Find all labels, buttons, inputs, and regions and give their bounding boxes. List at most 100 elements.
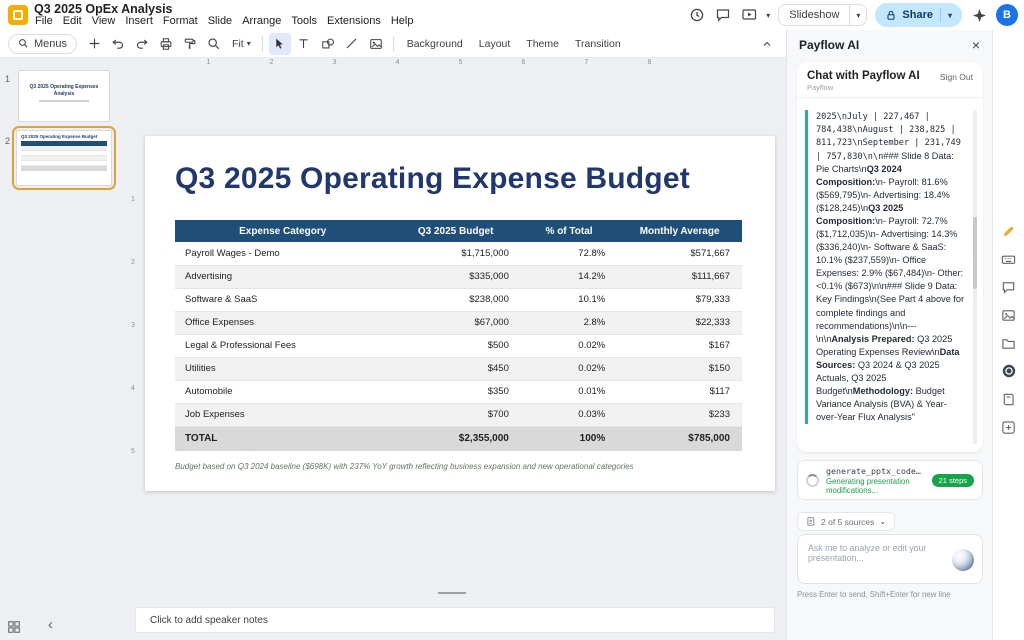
header-cell[interactable]: % of Total xyxy=(521,220,617,242)
text-box-tool-button[interactable] xyxy=(293,33,315,55)
cell-category[interactable]: Advertising xyxy=(175,265,390,288)
cell-budget[interactable]: $67,000 xyxy=(390,311,520,334)
slides-app-icon[interactable] xyxy=(8,5,28,25)
avatar[interactable]: B xyxy=(996,4,1018,26)
menu-tools[interactable]: Tools xyxy=(286,15,322,27)
slide-1-thumbnail[interactable]: Q3 2025 Operating Expenses Analysis xyxy=(18,70,110,122)
menu-extensions[interactable]: Extensions xyxy=(322,15,386,27)
cell-monthly[interactable]: $233 xyxy=(617,403,742,426)
edit-pencil-icon[interactable] xyxy=(1000,222,1018,240)
zoom-select[interactable]: Fit ▾ xyxy=(227,38,256,50)
header-cell[interactable]: Expense Category xyxy=(175,220,390,242)
cell-percent[interactable]: 72.8% xyxy=(521,242,617,265)
slideshow-button[interactable]: Slideshow xyxy=(779,5,849,25)
cell-budget[interactable]: $450 xyxy=(390,357,520,380)
gemini-sparkle-icon[interactable] xyxy=(970,6,988,24)
layout-grid-icon[interactable] xyxy=(7,620,23,636)
zoom-button[interactable] xyxy=(203,33,225,55)
version-history-icon[interactable] xyxy=(688,6,706,24)
menu-format[interactable]: Format xyxy=(158,15,203,27)
speaker-notes-box[interactable]: Click to add speaker notes xyxy=(135,607,775,633)
chat-messages-area[interactable]: 2025\nJuly | 227,467 | 784,438\nAugust |… xyxy=(805,110,977,444)
cell-budget[interactable]: $700 xyxy=(390,403,520,426)
cell-budget[interactable]: $500 xyxy=(390,334,520,357)
menu-view[interactable]: View xyxy=(87,15,121,27)
record-target-icon[interactable] xyxy=(1000,362,1018,380)
total-monthly[interactable]: $785,000 xyxy=(617,426,742,451)
chat-input[interactable] xyxy=(806,541,944,579)
cell-category[interactable]: Job Expenses xyxy=(175,403,390,426)
total-label[interactable]: TOTAL xyxy=(175,426,390,451)
cell-category[interactable]: Office Expenses xyxy=(175,311,390,334)
menu-insert[interactable]: Insert xyxy=(120,15,158,27)
total-budget[interactable]: $2,355,000 xyxy=(390,426,520,451)
menus-pill-button[interactable]: Menus xyxy=(8,34,77,54)
budget-table[interactable]: Expense Category Q3 2025 Budget % of Tot… xyxy=(175,220,742,451)
add-widget-icon[interactable] xyxy=(1000,418,1018,436)
cell-percent[interactable]: 14.2% xyxy=(521,265,617,288)
cell-category[interactable]: Utilities xyxy=(175,357,390,380)
slide-2-thumbnail-selected[interactable]: Q3 2025 Operating Expense Budget xyxy=(12,126,116,190)
cell-percent[interactable]: 0.02% xyxy=(521,334,617,357)
sources-toggle[interactable]: 2 of 5 sources ⌄ xyxy=(797,512,895,531)
redo-button[interactable] xyxy=(131,33,153,55)
cell-monthly[interactable]: $79,333 xyxy=(617,288,742,311)
header-cell[interactable]: Monthly Average xyxy=(617,220,742,242)
slide-editor[interactable]: Q3 2025 Operating Expense Budget Expense… xyxy=(145,136,775,491)
cell-budget[interactable]: $1,715,000 xyxy=(390,242,520,265)
share-dropdown-icon[interactable]: ▾ xyxy=(948,11,952,20)
background-button[interactable]: Background xyxy=(400,33,470,55)
present-dropdown-icon[interactable]: ▾ xyxy=(766,11,770,20)
paint-format-button[interactable] xyxy=(179,33,201,55)
line-tool-button[interactable] xyxy=(341,33,363,55)
close-panel-button[interactable]: × xyxy=(972,38,980,52)
menu-help[interactable]: Help xyxy=(386,15,419,27)
chat-bubble-icon[interactable] xyxy=(1000,278,1018,296)
header-cell[interactable]: Q3 2025 Budget xyxy=(390,220,520,242)
menu-file[interactable]: File xyxy=(30,15,58,27)
cell-category[interactable]: Automobile xyxy=(175,380,390,403)
select-tool-button[interactable] xyxy=(269,33,291,55)
comments-icon[interactable] xyxy=(714,6,732,24)
cell-monthly[interactable]: $111,667 xyxy=(617,265,742,288)
cell-percent[interactable]: 0.02% xyxy=(521,357,617,380)
chat-scrollbar[interactable] xyxy=(973,110,977,444)
tool-call-card[interactable]: generate_pptx_code_... Generating presen… xyxy=(797,460,983,500)
cell-monthly[interactable]: $150 xyxy=(617,357,742,380)
cell-category[interactable]: Legal & Professional Fees xyxy=(175,334,390,357)
share-button[interactable]: Share ▾ xyxy=(875,3,962,27)
cell-category[interactable]: Payroll Wages - Demo xyxy=(175,242,390,265)
cell-budget[interactable]: $335,000 xyxy=(390,265,520,288)
collapse-filmstrip-button[interactable]: ‹ xyxy=(42,615,59,634)
cell-monthly[interactable]: $22,333 xyxy=(617,311,742,334)
cell-percent[interactable]: 0.01% xyxy=(521,380,617,403)
cell-percent[interactable]: 0.03% xyxy=(521,403,617,426)
cell-percent[interactable]: 2.8% xyxy=(521,311,617,334)
cell-monthly[interactable]: $167 xyxy=(617,334,742,357)
theme-button[interactable]: Theme xyxy=(519,33,566,55)
notebook-icon[interactable] xyxy=(1000,390,1018,408)
shapes-tool-button[interactable] xyxy=(317,33,339,55)
sign-out-link[interactable]: Sign Out xyxy=(940,72,973,82)
document-title[interactable]: Q3 2025 OpEx Analysis xyxy=(34,2,173,16)
cell-budget[interactable]: $350 xyxy=(390,380,520,403)
present-icon[interactable] xyxy=(740,6,758,24)
print-button[interactable] xyxy=(155,33,177,55)
menu-slide[interactable]: Slide xyxy=(203,15,237,27)
scrollbar-thumb[interactable] xyxy=(973,217,977,289)
cell-budget[interactable]: $238,000 xyxy=(390,288,520,311)
new-slide-button[interactable] xyxy=(83,33,105,55)
transition-button[interactable]: Transition xyxy=(568,33,628,55)
slideshow-dropdown[interactable]: ▾ xyxy=(849,5,866,25)
folder-icon[interactable] xyxy=(1000,334,1018,352)
menu-edit[interactable]: Edit xyxy=(58,15,87,27)
send-button[interactable] xyxy=(952,549,974,571)
collapse-toolbar-button[interactable] xyxy=(756,33,778,55)
slide-title[interactable]: Q3 2025 Operating Expense Budget xyxy=(175,162,690,196)
menu-arrange[interactable]: Arrange xyxy=(237,15,286,27)
keyboard-icon[interactable] xyxy=(1000,250,1018,268)
image-tool-button[interactable] xyxy=(365,33,387,55)
layout-button[interactable]: Layout xyxy=(472,33,518,55)
image-panel-icon[interactable] xyxy=(1000,306,1018,324)
cell-percent[interactable]: 10.1% xyxy=(521,288,617,311)
